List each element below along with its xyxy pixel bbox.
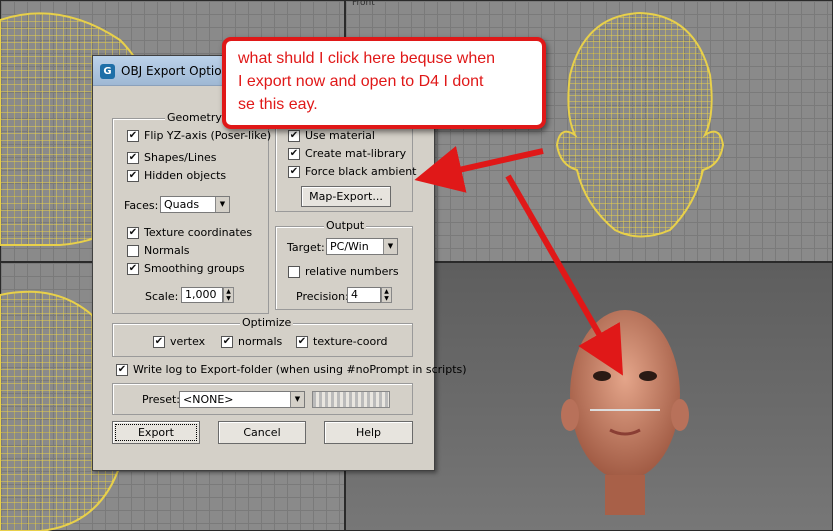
callout-line-2: I export now and open to D4 I dont [238, 73, 484, 90]
callout-line-1: what shuld I click here bequse when [238, 50, 496, 67]
callout-line-3: se this eay. [238, 96, 318, 113]
annotation-callout: what shuld I click here bequse when I ex… [222, 37, 546, 129]
